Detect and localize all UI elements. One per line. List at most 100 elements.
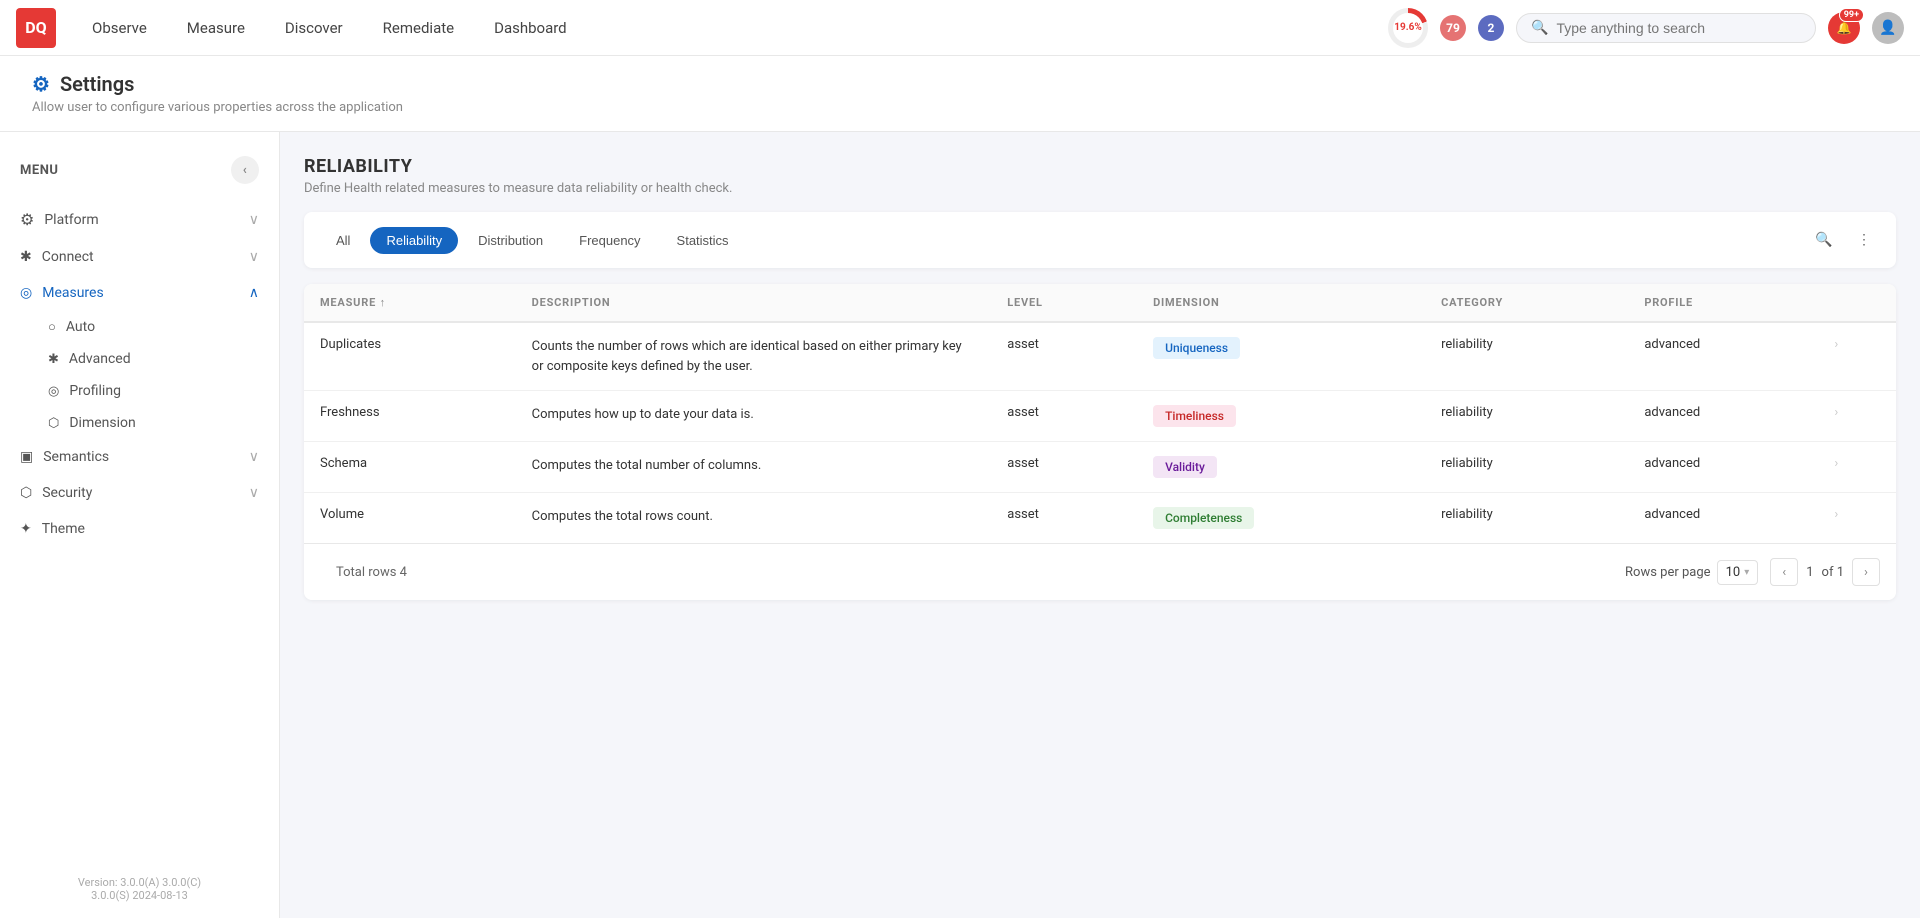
cell-profile: advanced bbox=[1628, 391, 1818, 442]
connect-icon: ✱ bbox=[20, 249, 32, 265]
nav-discover[interactable]: Discover bbox=[269, 11, 359, 45]
app-logo[interactable]: DQ bbox=[16, 8, 56, 48]
search-box[interactable]: 🔍 bbox=[1516, 13, 1816, 43]
user-avatar[interactable]: 👤 bbox=[1872, 12, 1904, 44]
page-navigation: ‹ 1 of 1 › bbox=[1770, 558, 1880, 586]
score-value: 19.6% bbox=[1393, 13, 1423, 43]
cell-profile: advanced bbox=[1628, 442, 1818, 493]
search-icon: 🔍 bbox=[1531, 20, 1548, 36]
table-row: Schema Computes the total number of colu… bbox=[304, 442, 1896, 493]
cell-level: asset bbox=[991, 442, 1137, 493]
rows-per-page-select[interactable]: 10 ▾ bbox=[1717, 560, 1759, 585]
topnav-right: 19.6% 79 2 🔍 🔔 99+ 👤 bbox=[1388, 8, 1904, 48]
platform-icon: ⚙ bbox=[20, 210, 34, 229]
sidebar: MENU ‹ ⚙ Platform ∨ ✱ Connect ∨ bbox=[0, 132, 280, 918]
chevron-down-rows-icon: ▾ bbox=[1744, 567, 1749, 578]
badge-blue[interactable]: 2 bbox=[1478, 15, 1504, 41]
col-dimension: DIMENSION bbox=[1137, 284, 1425, 322]
cell-category: reliability bbox=[1425, 322, 1628, 391]
col-level: LEVEL bbox=[991, 284, 1137, 322]
notifications-icon[interactable]: 🔔 99+ bbox=[1828, 12, 1860, 44]
sidebar-item-measures[interactable]: ◎ Measures ∧ bbox=[0, 275, 279, 311]
filter-tab-reliability[interactable]: Reliability bbox=[370, 227, 458, 254]
sidebar-menu-header: MENU ‹ bbox=[0, 148, 279, 200]
dimension-icon: ⬡ bbox=[48, 416, 59, 431]
page-subtitle: Allow user to configure various properti… bbox=[32, 100, 1888, 115]
nav-remediate[interactable]: Remediate bbox=[367, 11, 470, 45]
cell-action[interactable]: › bbox=[1818, 493, 1896, 544]
sidebar-item-theme[interactable]: ✦ Theme bbox=[0, 511, 279, 547]
filter-tabs: All Reliability Distribution Frequency S… bbox=[320, 227, 745, 254]
cell-measure: Freshness bbox=[304, 391, 516, 442]
next-page-button[interactable]: › bbox=[1852, 558, 1880, 586]
cell-action[interactable]: › bbox=[1818, 391, 1896, 442]
rows-per-page-value: 10 bbox=[1726, 565, 1741, 580]
score-badge[interactable]: 79 bbox=[1440, 15, 1466, 41]
content-wrapper: MENU ‹ ⚙ Platform ∨ ✱ Connect ∨ bbox=[0, 132, 1920, 918]
cell-profile: advanced bbox=[1628, 322, 1818, 391]
sidebar-item-label-platform: Platform bbox=[44, 212, 98, 228]
cell-measure: Duplicates bbox=[304, 322, 516, 391]
cell-description: Computes how up to date your data is. bbox=[516, 391, 992, 442]
col-category: CATEGORY bbox=[1425, 284, 1628, 322]
top-navigation: DQ Observe Measure Discover Remediate Da… bbox=[0, 0, 1920, 56]
sidebar-sub-label-advanced: Advanced bbox=[69, 351, 131, 367]
nav-observe[interactable]: Observe bbox=[76, 11, 163, 45]
sidebar-item-connect[interactable]: ✱ Connect ∨ bbox=[0, 239, 279, 275]
filter-tab-all[interactable]: All bbox=[320, 227, 366, 254]
table-row: Volume Computes the total rows count. as… bbox=[304, 493, 1896, 544]
cell-category: reliability bbox=[1425, 442, 1628, 493]
advanced-icon: ✱ bbox=[48, 352, 59, 367]
sidebar-sub-label-dimension: Dimension bbox=[69, 415, 135, 431]
page-title: Settings bbox=[60, 72, 134, 96]
sidebar-item-platform[interactable]: ⚙ Platform ∨ bbox=[0, 200, 279, 239]
sidebar-item-label-connect: Connect bbox=[42, 249, 94, 265]
nav-measure[interactable]: Measure bbox=[171, 11, 261, 45]
sidebar-collapse-button[interactable]: ‹ bbox=[231, 156, 259, 184]
total-pages: of 1 bbox=[1822, 565, 1844, 580]
filter-bar: All Reliability Distribution Frequency S… bbox=[304, 212, 1896, 268]
cell-measure: Schema bbox=[304, 442, 516, 493]
security-icon: ⬡ bbox=[20, 485, 32, 501]
cell-action[interactable]: › bbox=[1818, 442, 1896, 493]
sidebar-sub-item-profiling[interactable]: ◎ Profiling bbox=[0, 375, 279, 407]
col-description: DESCRIPTION bbox=[516, 284, 992, 322]
cell-action[interactable]: › bbox=[1818, 322, 1896, 391]
rows-per-page: Rows per page 10 ▾ bbox=[1625, 560, 1758, 585]
sidebar-sub-item-advanced[interactable]: ✱ Advanced bbox=[0, 343, 279, 375]
sidebar-item-security[interactable]: ⬡ Security ∨ bbox=[0, 475, 279, 511]
search-input[interactable] bbox=[1556, 20, 1801, 36]
filter-tab-frequency[interactable]: Frequency bbox=[563, 227, 656, 254]
main-content: RELIABILITY Define Health related measur… bbox=[280, 132, 1920, 918]
nav-dashboard[interactable]: Dashboard bbox=[478, 11, 583, 45]
sidebar-item-semantics[interactable]: ▣ Semantics ∨ bbox=[0, 439, 279, 475]
sidebar-sub-label-auto: Auto bbox=[66, 319, 95, 335]
rows-per-page-label: Rows per page bbox=[1625, 565, 1711, 580]
nav-items: Observe Measure Discover Remediate Dashb… bbox=[76, 11, 1388, 45]
cell-dimension: Completeness bbox=[1137, 493, 1425, 544]
cell-dimension: Uniqueness bbox=[1137, 322, 1425, 391]
measures-icon: ◎ bbox=[20, 285, 32, 301]
chevron-down-icon-security: ∨ bbox=[249, 485, 259, 501]
main-wrapper: ⚙ Settings Allow user to configure vario… bbox=[0, 56, 1920, 918]
sidebar-sub-item-auto[interactable]: ○ Auto bbox=[0, 311, 279, 343]
score-circle: 19.6% bbox=[1388, 8, 1428, 48]
cell-dimension: Timeliness bbox=[1137, 391, 1425, 442]
search-filter-icon[interactable]: 🔍 bbox=[1808, 224, 1840, 256]
col-profile: PROFILE bbox=[1628, 284, 1818, 322]
filter-tab-distribution[interactable]: Distribution bbox=[462, 227, 559, 254]
page-title-row: ⚙ Settings bbox=[32, 72, 1888, 96]
prev-page-button[interactable]: ‹ bbox=[1770, 558, 1798, 586]
cell-level: asset bbox=[991, 322, 1137, 391]
cell-description: Counts the number of rows which are iden… bbox=[516, 322, 992, 391]
chevron-down-icon-semantics: ∨ bbox=[249, 449, 259, 465]
chevron-down-icon: ∨ bbox=[249, 212, 259, 228]
sidebar-sub-item-dimension[interactable]: ⬡ Dimension bbox=[0, 407, 279, 439]
page-header: ⚙ Settings Allow user to configure vario… bbox=[0, 56, 1920, 132]
filter-tab-statistics[interactable]: Statistics bbox=[661, 227, 745, 254]
more-options-icon[interactable]: ⋮ bbox=[1848, 224, 1880, 256]
chevron-up-icon: ∧ bbox=[249, 285, 259, 301]
semantics-icon: ▣ bbox=[20, 449, 33, 465]
cell-level: asset bbox=[991, 493, 1137, 544]
col-measure: MEASURE ↑ bbox=[304, 284, 516, 322]
